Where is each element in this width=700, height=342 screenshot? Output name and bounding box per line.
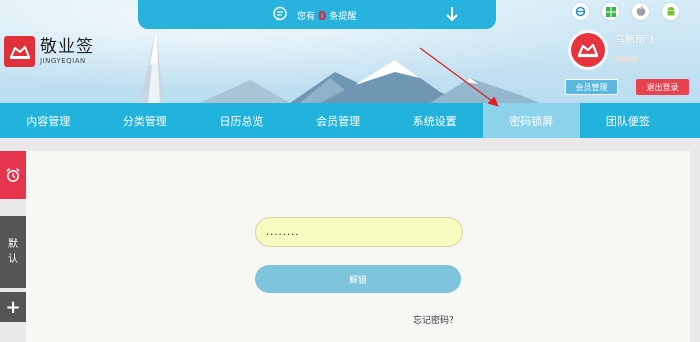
tab-category-management[interactable]: 分类管理 — [97, 103, 194, 138]
reminder-prefix: 您有 — [297, 12, 316, 22]
reminder-notice-bar[interactable]: 您有 0 条提醒 — [138, 0, 496, 29]
chat-bubble-icon — [273, 6, 287, 21]
avatar[interactable] — [568, 30, 608, 70]
app-logo[interactable]: 敬业签 JINGYEQIAN — [4, 36, 94, 67]
tab-member-management[interactable]: 会员管理 — [290, 103, 387, 138]
header: 敬业签 JINGYEQIAN 您有 0 条提醒 乌鹏南飞 会员管理 退出登录 — [0, 0, 700, 103]
ie-icon[interactable] — [572, 3, 589, 20]
unlock-button[interactable]: 解锁 — [255, 265, 461, 293]
reminder-count: 0 — [318, 8, 327, 23]
android-icon[interactable] — [662, 3, 679, 20]
apple-icon[interactable] — [632, 3, 649, 20]
tab-system-settings[interactable]: 系统设置 — [386, 103, 483, 138]
tab-content-management[interactable]: 内容管理 — [0, 103, 97, 138]
tab-password-lock[interactable]: 密码锁屏 — [482, 103, 580, 138]
reminder-suffix: 条提醒 — [329, 12, 357, 22]
windows-icon[interactable] — [602, 3, 619, 20]
reminder-text: 您有 0 条提醒 — [297, 8, 357, 23]
user-info-blurred — [616, 56, 638, 62]
default-label-char-1: 默 — [8, 239, 18, 250]
password-input[interactable] — [255, 217, 463, 247]
alarm-clock-icon — [6, 168, 20, 182]
logout-button[interactable]: 退出登录 — [636, 79, 689, 95]
default-label-char-2: 认 — [8, 254, 18, 265]
username: 乌鹏南飞 — [615, 35, 655, 46]
add-button[interactable]: + — [0, 292, 26, 322]
avatar-logo-icon — [571, 33, 605, 67]
main-nav: 内容管理 分类管理 日历总览 会员管理 系统设置 密码锁屏 团队便签 — [0, 103, 700, 138]
platform-download-icons — [572, 3, 692, 20]
logo-title: 敬业签 — [40, 36, 94, 57]
default-category-tab[interactable]: 默 认 — [0, 216, 26, 288]
alarm-clock-button[interactable] — [0, 151, 26, 199]
logo-subtitle: JINGYEQIAN — [40, 56, 86, 65]
arrow-down-icon[interactable] — [445, 6, 459, 22]
forgot-password-link[interactable]: 忘记密码？ — [413, 313, 458, 326]
member-management-button[interactable]: 会员管理 — [565, 79, 618, 95]
logo-icon — [4, 36, 35, 67]
tab-calendar-overview[interactable]: 日历总览 — [193, 103, 290, 138]
tab-team-notes[interactable]: 团队便签 — [580, 103, 677, 138]
